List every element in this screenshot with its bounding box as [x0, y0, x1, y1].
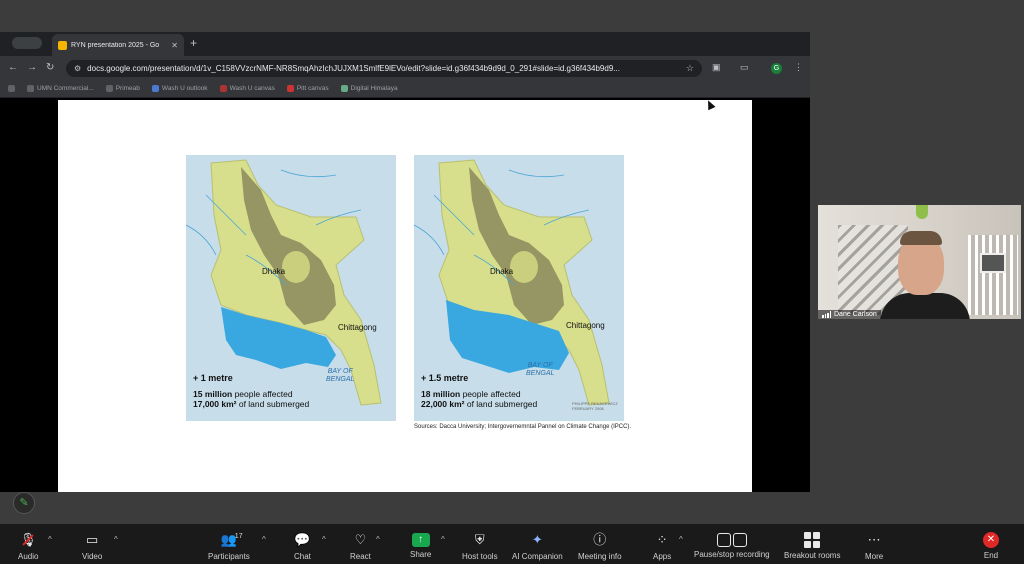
- audio-button[interactable]: 🎙 Audio: [18, 531, 38, 561]
- participants-button[interactable]: 👥 17 Participants: [208, 531, 250, 561]
- end-call-icon: ✕: [983, 532, 999, 548]
- bookmark-item[interactable]: Pitt canvas: [286, 85, 329, 92]
- signal-strength-icon: [822, 311, 831, 318]
- sparkle-icon: ✦: [531, 532, 543, 547]
- browser-tab-bar: RYN presentation 2025 - Go ✕ +: [0, 32, 810, 56]
- bookmark-icon: [340, 85, 348, 92]
- reload-icon[interactable]: ↻: [46, 62, 54, 73]
- chat-bubble-icon: 💬: [294, 532, 311, 547]
- bookmark-item[interactable]: UMN Commercial...: [27, 85, 94, 92]
- profile-avatar[interactable]: G: [771, 63, 782, 74]
- impact-stats: 15 million people affected 17,000 km² of…: [193, 389, 310, 409]
- screen: RYN presentation 2025 - Go ✕ + ← → ↻ ⚙ d…: [0, 0, 1024, 564]
- video-person-hair: [900, 231, 942, 245]
- bangladesh-map-1-5m: Dhaka Chittagong BAY OF BENGAL + 1.5 metr…: [414, 155, 624, 421]
- map-sources: Sources: Dacca University; Intergovernem…: [414, 424, 632, 430]
- meeting-toolbar: 🎙 Audio ^ ▭ Video ^ 👥17 Participants ^ 💬…: [0, 524, 1024, 564]
- breakout-grid-icon: [804, 532, 821, 548]
- tab-group-pill[interactable]: [12, 37, 42, 49]
- participant-name: Dane Carlson: [834, 311, 877, 318]
- ai-companion-button[interactable]: ✦ AI Companion: [512, 531, 563, 561]
- cast-icon[interactable]: ▭: [740, 62, 749, 73]
- sea-label: BAY OF BENGAL: [526, 362, 555, 377]
- back-icon[interactable]: ←: [8, 62, 18, 73]
- chat-button[interactable]: 💬 Chat: [294, 531, 311, 561]
- city-label-dhaka: Dhaka: [262, 267, 286, 276]
- tab-title: RYN presentation 2025 - Go: [71, 41, 160, 49]
- video-plant: [916, 205, 928, 219]
- sea-rise-label: + 1 metre: [193, 373, 233, 383]
- end-button[interactable]: ✕ End: [983, 531, 999, 560]
- info-icon: ⓘ: [593, 532, 607, 547]
- presentation-slide: Dhaka Chittagong BAY OF BENGAL + 1 metre …: [58, 100, 752, 492]
- audio-options-caret-icon[interactable]: ^: [48, 535, 52, 544]
- react-button[interactable]: ♡ React: [350, 531, 371, 561]
- react-caret-icon[interactable]: ^: [376, 535, 380, 544]
- video-button[interactable]: ▭ Video: [82, 531, 102, 561]
- participant-name-tag: Dane Carlson: [818, 310, 881, 319]
- bookmark-star-icon[interactable]: ☆: [686, 63, 694, 74]
- video-railing: [968, 235, 1018, 315]
- annotate-pencil-icon[interactable]: ✎: [13, 492, 35, 514]
- new-tab-icon[interactable]: +: [190, 36, 197, 50]
- city-label-dhaka: Dhaka: [490, 267, 514, 276]
- bookmark-item[interactable]: Digital Himalaya: [340, 85, 398, 92]
- bookmark-icon: [219, 85, 227, 92]
- video-camera-icon: ▭: [86, 532, 99, 547]
- city-label-chittagong: Chittagong: [566, 321, 605, 330]
- bookmark-icon: [27, 85, 34, 92]
- site-info-icon[interactable]: ⚙: [74, 64, 81, 73]
- apps-caret-icon[interactable]: ^: [679, 535, 683, 544]
- slides-favicon-icon: [58, 40, 67, 50]
- participants-count: 17: [234, 533, 243, 540]
- host-tools-button[interactable]: ⛨ Host tools: [462, 531, 498, 561]
- bookmark-item[interactable]: Wash U canvas: [219, 85, 275, 92]
- city-label-chittagong: Chittagong: [338, 323, 377, 332]
- apps-button[interactable]: ⁘ Apps: [653, 531, 671, 561]
- bookmark-item[interactable]: Wash U outlook: [151, 85, 208, 92]
- bookmarks-bar: UMN Commercial... Primeab Wash U outlook…: [0, 80, 810, 98]
- extensions-icon[interactable]: ▣: [712, 62, 721, 73]
- pause-recording-button[interactable]: Pause/stop recording: [694, 531, 770, 559]
- video-options-caret-icon[interactable]: ^: [114, 535, 118, 544]
- bookmark-icon: [151, 85, 159, 92]
- address-bar[interactable]: ⚙ docs.google.com/presentation/d/1v_C158…: [66, 60, 702, 77]
- more-menu-icon[interactable]: ⋮: [794, 62, 803, 73]
- sea-rise-label: + 1.5 metre: [421, 373, 469, 383]
- slide-viewport: Dhaka Chittagong BAY OF BENGAL + 1 metre …: [0, 100, 810, 492]
- participants-caret-icon[interactable]: ^: [262, 535, 266, 544]
- bookmark-icon: [286, 85, 294, 92]
- browser-toolbar: ← → ↻ ⚙ docs.google.com/presentation/d/1…: [0, 56, 810, 80]
- apps-icon: ⁘: [656, 532, 668, 547]
- more-button[interactable]: ⋯ More: [865, 531, 883, 561]
- bookmark-item[interactable]: Primeab: [105, 85, 140, 92]
- url-text: docs.google.com/presentation/d/1v_C158VV…: [87, 64, 620, 73]
- bangladesh-map-1m: Dhaka Chittagong BAY OF BENGAL + 1 metre …: [186, 155, 396, 421]
- muted-microphone-icon: 🎙: [20, 531, 37, 549]
- sea-label: BAY OF BENGAL: [326, 368, 355, 383]
- share-screen-icon: ↑: [411, 533, 430, 547]
- close-icon[interactable]: ✕: [171, 41, 178, 50]
- forward-icon[interactable]: →: [27, 62, 37, 73]
- shared-screen-browser: RYN presentation 2025 - Go ✕ + ← → ↻ ⚙ d…: [0, 32, 810, 492]
- share-button[interactable]: ↑ Share: [410, 531, 431, 559]
- pause-stop-icon: [716, 533, 747, 547]
- chat-caret-icon[interactable]: ^: [322, 535, 326, 544]
- breakout-rooms-button[interactable]: Breakout rooms: [784, 531, 840, 560]
- bookmark-icon: [105, 85, 113, 92]
- meeting-info-button[interactable]: ⓘ Meeting info: [578, 531, 622, 561]
- impact-stats: 18 million people affected 22,000 km² of…: [421, 389, 538, 409]
- apps-grid-icon[interactable]: [8, 85, 15, 92]
- video-picture-frame: [980, 253, 1006, 273]
- map-credit: PHILIPPE REKACEWICZ FEBRUARY 2008: [572, 401, 618, 411]
- shield-icon: ⛨: [474, 532, 485, 547]
- more-dots-icon: ⋯: [867, 532, 881, 547]
- share-caret-icon[interactable]: ^: [441, 535, 445, 544]
- heart-icon: ♡: [354, 532, 367, 547]
- browser-tab-active[interactable]: RYN presentation 2025 - Go ✕: [52, 34, 184, 56]
- participant-video-tile[interactable]: Dane Carlson: [818, 205, 1021, 319]
- participants-icon: 👥 17: [221, 531, 243, 549]
